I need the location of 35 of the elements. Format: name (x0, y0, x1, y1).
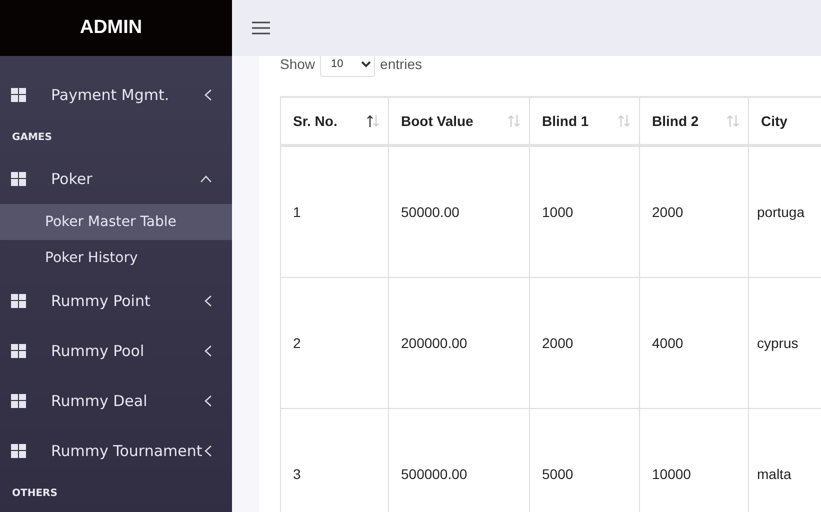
table-cell: 50000.00 (388, 146, 530, 278)
sidebar-menu-item[interactable]: Rummy Tournament (0, 426, 232, 476)
entries-select[interactable]: 10 (320, 56, 376, 76)
section-label: OTHERS (11, 486, 58, 500)
grid-icon (11, 344, 26, 358)
column-header[interactable]: Blind 1 (530, 97, 640, 146)
menu-icon[interactable] (252, 21, 270, 35)
table-cell: 1 (280, 146, 388, 278)
sidebar-menu-item[interactable]: Poker (0, 154, 232, 204)
grid-icon (11, 172, 26, 186)
table-cell: 2000 (640, 146, 748, 278)
sort-icon[interactable] (366, 114, 380, 128)
grid-icon (11, 88, 26, 102)
sidebar-menu-item[interactable]: Rummy Point (0, 276, 232, 326)
table-cell: 3 (280, 408, 388, 512)
grid-icon (11, 444, 26, 458)
table-cell: 4000 (640, 278, 748, 408)
column-header[interactable]: Sr. No. (280, 97, 388, 146)
table-cell: 1000 (530, 146, 640, 278)
table-cell: 2 (280, 278, 388, 408)
sidebar-menu-item[interactable]: Rummy Pool (0, 326, 232, 376)
table-cell: 200000.00 (388, 278, 530, 408)
section-label: GAMES (11, 130, 53, 144)
sidebar-menu-item[interactable]: Rummy Deal (0, 376, 232, 426)
grid-icon (11, 294, 26, 308)
sidebar-subitem[interactable]: Poker Master Table (0, 204, 232, 240)
column-header[interactable]: Boot Value (388, 97, 530, 146)
table-cell: 2000 (530, 278, 640, 408)
grid-icon (11, 394, 26, 408)
sidebar-menu-item[interactable]: Payment Mgmt. (0, 70, 232, 120)
sidebar-subitem[interactable]: Poker History (0, 240, 232, 276)
show-label: Show (280, 56, 316, 72)
brand-title: ADMIN (80, 17, 142, 39)
column-header[interactable]: Blind 2 (640, 97, 748, 146)
entries-label: entries (380, 56, 422, 72)
